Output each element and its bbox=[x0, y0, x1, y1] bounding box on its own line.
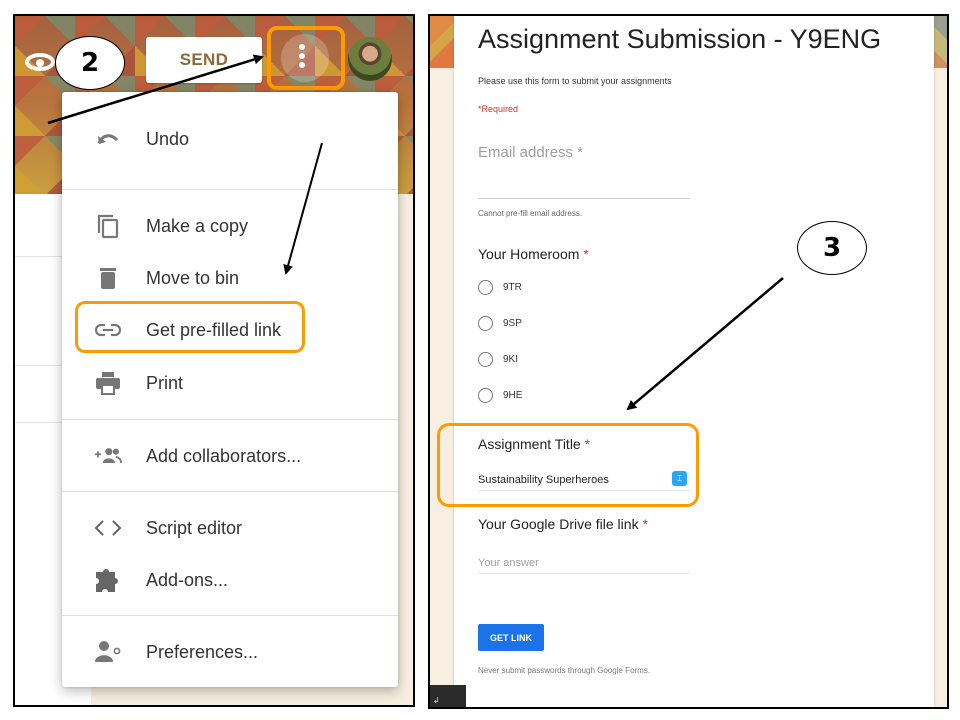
eye-icon[interactable] bbox=[25, 53, 55, 71]
required-star: * bbox=[577, 144, 584, 161]
resize-icon: ↲ bbox=[433, 696, 440, 705]
more-button-hover-circle bbox=[281, 34, 329, 82]
get-link-button[interactable]: GET LINK bbox=[478, 624, 544, 651]
drive-link-input[interactable] bbox=[478, 552, 690, 574]
more-options-button[interactable] bbox=[267, 26, 345, 90]
form-title: Assignment Submission - Y9ENG bbox=[478, 24, 882, 54]
menu-separator bbox=[62, 615, 398, 616]
question-text: Email address bbox=[478, 144, 574, 161]
radio-option-9tr[interactable]: 9TR bbox=[478, 278, 522, 296]
radio-button[interactable] bbox=[478, 387, 493, 403]
menu-item-preferences[interactable]: Preferences... bbox=[62, 630, 398, 674]
copy-icon bbox=[94, 212, 122, 240]
footer-note: Never submit passwords through Google Fo… bbox=[478, 666, 651, 675]
email-note: Cannot pre-fill email address. bbox=[478, 209, 583, 218]
drive-link-question-label: Your Google Drive file link * bbox=[478, 516, 648, 532]
link-icon bbox=[94, 316, 122, 344]
undo-icon bbox=[94, 125, 122, 153]
email-field-disabled bbox=[478, 198, 690, 199]
step-callout-2: 2 bbox=[55, 36, 125, 90]
radio-label: 9KI bbox=[503, 353, 519, 365]
menu-item-make-copy[interactable]: Make a copy bbox=[62, 204, 398, 248]
radio-option-9sp[interactable]: 9SP bbox=[478, 314, 522, 332]
menu-item-get-prefilled-link[interactable]: Get pre-filled link bbox=[62, 308, 398, 352]
menu-item-label: Move to bin bbox=[146, 267, 240, 288]
code-icon bbox=[94, 514, 122, 542]
step-callout-3: 3 bbox=[797, 221, 867, 275]
radio-label: 9SP bbox=[503, 317, 522, 329]
menu-item-label: Preferences... bbox=[146, 641, 259, 662]
add-people-icon bbox=[94, 442, 122, 470]
homeroom-question-label: Your Homeroom * bbox=[478, 246, 589, 262]
trash-icon bbox=[94, 264, 122, 292]
menu-item-add-collaborators[interactable]: Add collaborators... bbox=[62, 434, 398, 478]
menu-separator bbox=[62, 189, 398, 190]
radio-option-9ki[interactable]: 9KI bbox=[478, 350, 518, 368]
more-options-menu: Undo Make a copy Move to bin Get pre-fil… bbox=[62, 92, 398, 687]
menu-item-script-editor[interactable]: Script editor bbox=[62, 506, 398, 550]
menu-item-label: Script editor bbox=[146, 517, 243, 538]
print-icon bbox=[94, 369, 122, 397]
radio-button[interactable] bbox=[478, 351, 493, 367]
menu-item-print[interactable]: Print bbox=[62, 361, 398, 405]
radio-label: 9HE bbox=[503, 389, 523, 401]
question-text: Your Homeroom bbox=[478, 246, 580, 262]
form-description: Please use this form to submit your assi… bbox=[478, 76, 672, 86]
menu-item-label: Get pre-filled link bbox=[146, 319, 282, 340]
menu-item-label: Print bbox=[146, 372, 184, 393]
corner-widget[interactable]: ↲ bbox=[430, 685, 466, 707]
send-button[interactable]: SEND bbox=[146, 37, 262, 83]
highlight-annotation-box bbox=[437, 423, 699, 507]
radio-button[interactable] bbox=[478, 279, 493, 295]
menu-item-undo[interactable]: Undo bbox=[62, 117, 398, 161]
theme-header-background bbox=[430, 16, 454, 68]
menu-item-label: Add-ons... bbox=[146, 569, 229, 590]
menu-item-label: Make a copy bbox=[146, 215, 249, 236]
avatar[interactable] bbox=[348, 37, 392, 81]
question-text: Your Google Drive file link bbox=[478, 516, 639, 532]
radio-label: 9TR bbox=[503, 281, 522, 293]
menu-item-label: Undo bbox=[146, 128, 190, 149]
menu-item-add-ons[interactable]: Add-ons... bbox=[62, 558, 398, 602]
email-question-label: Email address * bbox=[478, 144, 583, 161]
person-settings-icon bbox=[94, 638, 122, 666]
prefilled-form-panel: Assignment Submission - Y9ENG Please use… bbox=[428, 14, 949, 709]
menu-item-label: Add collaborators... bbox=[146, 445, 302, 466]
puzzle-icon bbox=[94, 566, 122, 594]
required-star: * bbox=[642, 516, 648, 532]
more-vert-icon bbox=[299, 44, 305, 71]
form-card: Assignment Submission - Y9ENG Please use… bbox=[454, 16, 934, 707]
radio-option-9he[interactable]: 9HE bbox=[478, 386, 522, 404]
menu-separator bbox=[62, 491, 398, 492]
menu-separator bbox=[62, 419, 398, 420]
menu-item-move-to-bin[interactable]: Move to bin bbox=[62, 256, 398, 300]
required-note: *Required bbox=[478, 104, 519, 114]
radio-button[interactable] bbox=[478, 315, 493, 331]
required-star: * bbox=[583, 246, 589, 262]
forms-editor-panel: SEND Undo Make a copy Move to bin Get pr… bbox=[13, 14, 415, 707]
